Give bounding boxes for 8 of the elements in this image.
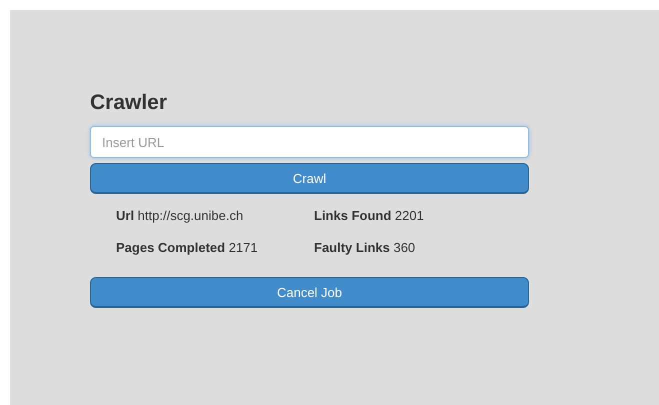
- cancel-job-button[interactable]: Cancel Job: [90, 277, 529, 308]
- stat-text: Url http://scg.unibe.ch: [116, 208, 244, 224]
- stat-text: Pages Completed 2171: [116, 240, 259, 256]
- crawl-button[interactable]: Crawl: [90, 163, 529, 194]
- page-title: Crawler: [90, 90, 168, 116]
- url-field[interactable]: Insert URL: [90, 126, 529, 158]
- stat-text: Faulty Links 360: [314, 240, 416, 256]
- stat-text: Links Found 2201: [314, 208, 425, 224]
